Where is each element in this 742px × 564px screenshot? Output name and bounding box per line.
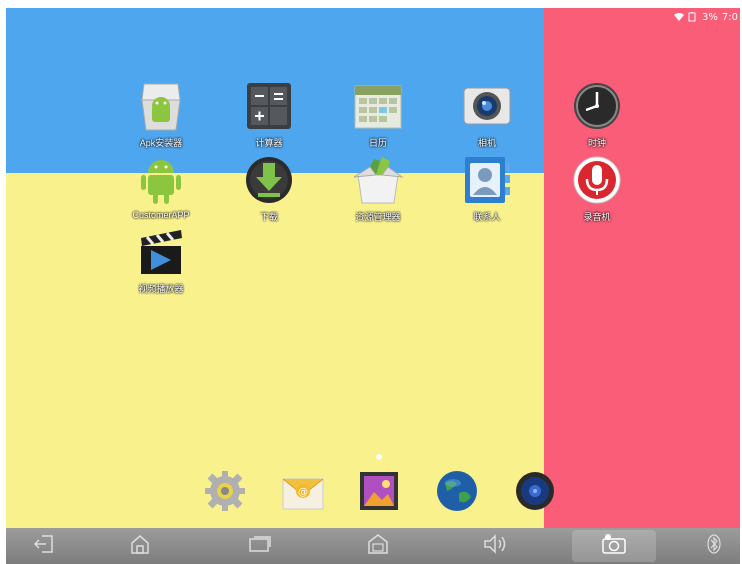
screenshot-icon	[366, 533, 390, 559]
file-manager-icon	[352, 154, 404, 206]
app-label: CustomerAPP	[132, 210, 190, 220]
bluetooth-icon	[706, 533, 722, 559]
app-label: 联系人	[473, 212, 501, 222]
svg-text:@: @	[298, 487, 308, 498]
app-contacts[interactable]: 联系人	[448, 154, 526, 223]
app-recorder[interactable]: 录音机	[558, 154, 636, 223]
app-downloads[interactable]: 下载	[230, 154, 308, 223]
app-apk-installer[interactable]: Apk安装器	[122, 80, 200, 149]
app-label: 时钟	[587, 138, 606, 148]
app-label: 视频播放器	[138, 284, 184, 294]
app-calendar[interactable]: 日历	[339, 80, 417, 149]
calendar-icon	[352, 80, 404, 132]
email-icon: @	[281, 471, 325, 515]
app-label: 相机	[477, 138, 496, 148]
android-icon	[135, 154, 187, 206]
android-installer-icon	[135, 80, 187, 132]
wifi-icon	[674, 12, 685, 22]
battery-percent: 3%	[702, 11, 718, 23]
app-camera[interactable]: 相机	[448, 80, 526, 149]
dock-settings[interactable]	[202, 470, 248, 516]
app-calculator[interactable]: 计算器	[230, 80, 308, 149]
app-label: 计算器	[255, 138, 283, 148]
nav-recents-button[interactable]	[240, 532, 280, 560]
calculator-icon	[243, 80, 295, 132]
nav-camera-button[interactable]	[594, 532, 634, 560]
contacts-icon	[461, 154, 513, 206]
nav-volume-button[interactable]	[476, 532, 516, 560]
microphone-icon	[571, 154, 623, 206]
app-clock[interactable]: 时钟	[558, 80, 636, 149]
clock-time: 7:0	[721, 11, 738, 23]
app-custom[interactable]: CustomerAPP	[122, 154, 200, 220]
clock-icon	[571, 80, 623, 132]
app-label: Apk安装器	[139, 138, 183, 148]
video-player-icon	[135, 226, 187, 278]
camera-switch-icon	[600, 533, 628, 559]
settings-gear-icon	[203, 469, 247, 517]
globe-icon	[435, 469, 479, 517]
app-label: 下载	[259, 212, 278, 222]
camera-icon	[461, 80, 513, 132]
navigation-bar	[6, 528, 740, 564]
download-icon	[243, 154, 295, 206]
page-indicator	[376, 454, 382, 460]
dock-browser[interactable]	[434, 470, 480, 516]
home-screen: 3% 7:0 Apk安装器 计算器 日历 相机 时钟 CustomerAPP 下…	[6, 8, 740, 564]
volume-icon	[483, 534, 509, 558]
recent-apps-icon	[248, 535, 272, 557]
nav-home-button[interactable]	[120, 532, 160, 560]
app-label: 资源管理器	[355, 212, 401, 222]
app-video-player[interactable]: 视频播放器	[122, 226, 200, 295]
app-label: 录音机	[583, 212, 611, 222]
dock-email[interactable]: @	[280, 470, 326, 516]
dock-gallery[interactable]	[356, 470, 402, 516]
gallery-icon	[358, 470, 400, 516]
nav-bluetooth-button[interactable]	[694, 532, 734, 560]
app-label: 日历	[368, 138, 387, 148]
nav-back-button[interactable]	[24, 532, 64, 560]
back-icon	[32, 534, 56, 558]
battery-icon	[688, 12, 698, 22]
home-icon	[129, 533, 151, 559]
app-file-manager[interactable]: 资源管理器	[339, 154, 417, 223]
status-bar: 3% 7:0	[674, 8, 740, 26]
nav-screenshot-button[interactable]	[358, 532, 398, 560]
dock-music[interactable]	[512, 470, 558, 516]
speaker-icon	[514, 470, 556, 516]
